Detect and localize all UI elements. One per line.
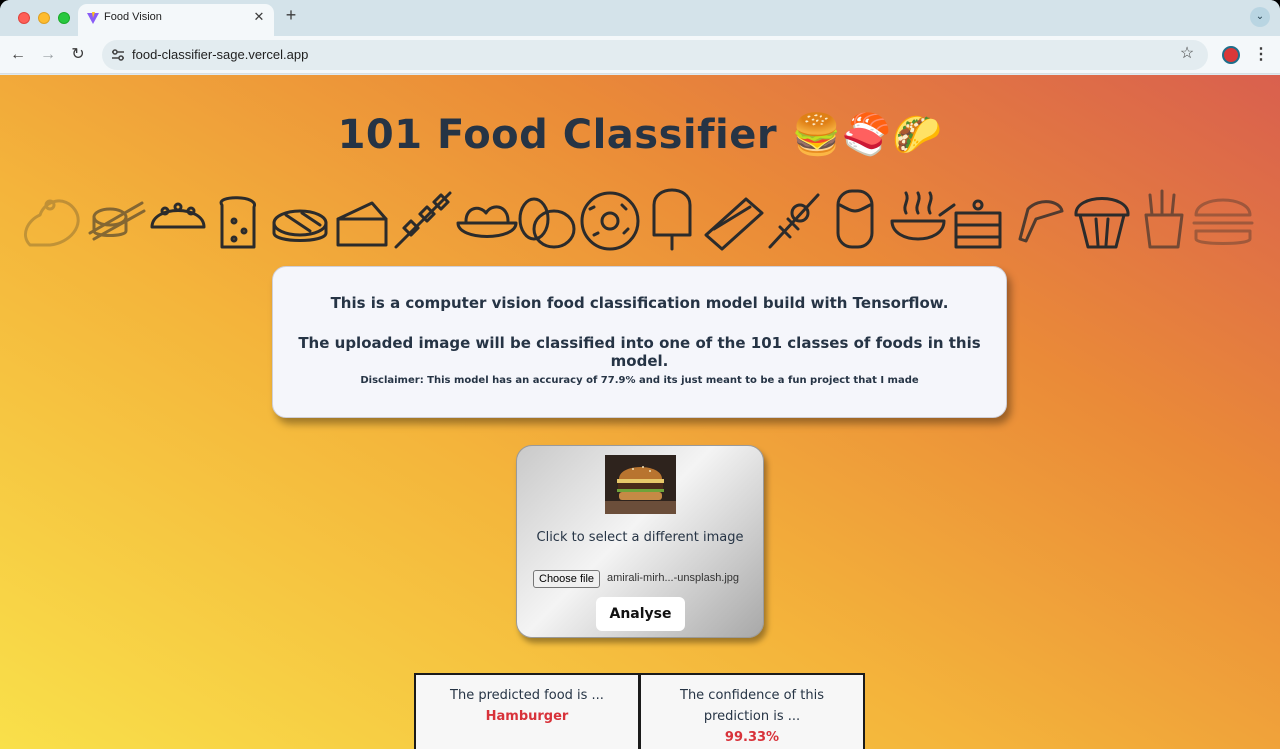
site-info-icon[interactable]: [110, 47, 126, 63]
steak-icon: [24, 199, 80, 247]
info-card: This is a computer vision food classific…: [272, 266, 1007, 418]
page-title: 101 Food Classifier 🍔🍣🌮: [337, 112, 943, 158]
browser-window: Food Vision ✕ + ⌄ ← → ↻ food-classifier-…: [0, 0, 1280, 749]
pie-icon: [272, 209, 328, 242]
page-content: 101 Food Classifier 🍔🍣🌮 This is a comput…: [0, 75, 1280, 749]
url-text: food-classifier-sage.vercel.app: [132, 47, 309, 62]
popsicle-icon: [652, 188, 692, 251]
salad-bowl-icon: [456, 205, 518, 238]
skewer-icon: [394, 191, 452, 249]
soup-icon: [890, 191, 956, 241]
layer-cake-icon: [954, 199, 1002, 249]
upload-card[interactable]: Click to select a different image Choose…: [516, 445, 764, 638]
tab-strip: Food Vision ✕ + ⌄: [0, 0, 1280, 36]
sandwich-icon: [704, 197, 764, 251]
burger-photo-icon: [605, 455, 676, 514]
bookmark-star-icon[interactable]: ☆: [1178, 45, 1196, 63]
profile-avatar[interactable]: [1222, 46, 1240, 64]
analyse-button[interactable]: Analyse: [596, 597, 685, 631]
prediction-label-block: The predicted food is ... Hamburger: [416, 685, 638, 727]
prediction-label: The predicted food is ...: [450, 688, 604, 703]
forward-button[interactable]: →: [38, 45, 58, 65]
confidence-label-line1: The confidence of this: [680, 688, 824, 703]
burrito-icon: [836, 189, 874, 249]
prediction-result-box: The predicted food is ... Hamburger: [414, 673, 640, 749]
sushi-icon: [88, 201, 146, 241]
confidence-label-line2: prediction is ...: [703, 709, 801, 724]
minimize-window-button[interactable]: [38, 12, 50, 24]
select-image-text: Click to select a different image: [536, 530, 744, 545]
chicken-wing-icon: [1018, 200, 1064, 243]
predicted-food-value: Hamburger: [485, 709, 569, 724]
confidence-value: 99.33%: [724, 730, 780, 745]
tab-search-icon[interactable]: ⌄: [1250, 7, 1270, 27]
food-icons-strip: [24, 188, 1254, 251]
burger-icon: [1192, 198, 1254, 245]
choose-file-button[interactable]: Choose file: [533, 570, 601, 588]
tab-food-vision[interactable]: Food Vision ✕: [78, 4, 274, 36]
confidence-result-box: The confidence of this prediction is ...…: [639, 673, 865, 749]
back-button[interactable]: ←: [8, 45, 28, 65]
info-description: This is a computer vision food classific…: [330, 294, 949, 312]
toast-icon: [219, 196, 256, 249]
cake-slice-icon: [336, 201, 388, 247]
maximize-window-button[interactable]: [58, 12, 70, 24]
vite-favicon-icon: [87, 12, 99, 24]
address-bar[interactable]: food-classifier-sage.vercel.app ☆: [102, 40, 1208, 70]
taco-icon: [150, 202, 206, 229]
window-controls: [18, 12, 70, 24]
info-classes: The uploaded image will be classified in…: [298, 334, 981, 370]
browser-menu-icon[interactable]: ⋮: [1252, 45, 1270, 65]
egg-icon: [518, 197, 576, 249]
muffin-icon: [1074, 197, 1130, 249]
fries-icon: [1144, 189, 1184, 249]
kebab-icon: [768, 193, 820, 249]
confidence-label-block: The confidence of this prediction is ...…: [641, 685, 863, 748]
close-window-button[interactable]: [18, 12, 30, 24]
new-tab-button[interactable]: +: [282, 6, 300, 24]
browser-toolbar: ← → ↻ food-classifier-sage.vercel.app ☆ …: [0, 36, 1280, 74]
donut-icon: [580, 191, 640, 251]
file-input[interactable]: Choose file amirali-mirh...-unsplash.jpg: [533, 570, 753, 588]
selected-file-name: amirali-mirh...-unsplash.jpg: [607, 572, 740, 584]
reload-button[interactable]: ↻: [68, 45, 88, 65]
tab-title: Food Vision: [104, 11, 162, 23]
info-disclaimer: Disclaimer: This model has an accuracy o…: [360, 375, 919, 386]
close-tab-icon[interactable]: ✕: [252, 10, 266, 24]
uploaded-image-thumbnail[interactable]: [605, 455, 676, 514]
